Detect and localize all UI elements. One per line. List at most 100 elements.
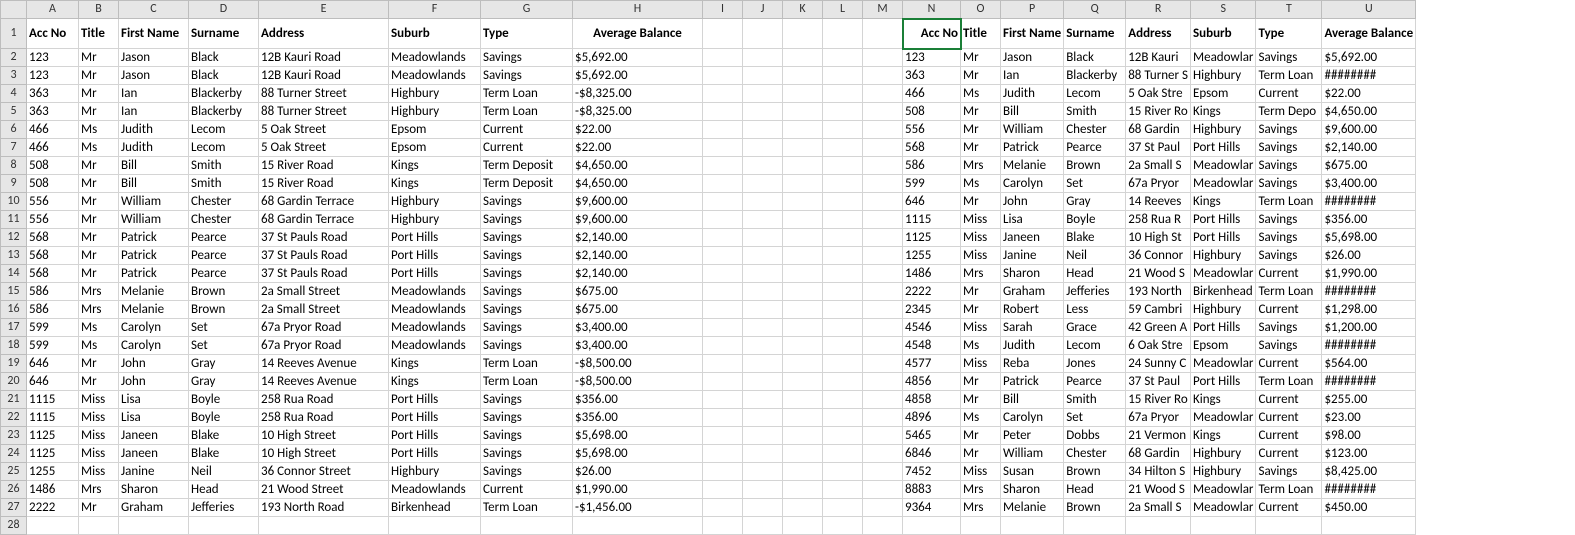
- cell-F1[interactable]: Suburb: [389, 19, 481, 49]
- cell-L13[interactable]: [823, 247, 863, 265]
- cell-N17[interactable]: 4546: [903, 319, 961, 337]
- cell-B7[interactable]: Ms: [79, 139, 119, 157]
- cell-M5[interactable]: [863, 103, 903, 121]
- cell-M22[interactable]: [863, 409, 903, 427]
- cell-K24[interactable]: [783, 445, 823, 463]
- cell-O22[interactable]: Ms: [961, 409, 1001, 427]
- cell-E10[interactable]: 68 Gardin Terrace: [259, 193, 389, 211]
- cell-R9[interactable]: 67a Pryor: [1126, 175, 1191, 193]
- cell-H20[interactable]: -$8,500.00: [573, 373, 703, 391]
- cell-E4[interactable]: 88 Turner Street: [259, 85, 389, 103]
- cell-N3[interactable]: 363: [903, 67, 961, 85]
- cell-B2[interactable]: Mr: [79, 49, 119, 67]
- cell-G23[interactable]: Savings: [481, 427, 573, 445]
- cell-Q28[interactable]: [1064, 517, 1126, 535]
- cell-F8[interactable]: Kings: [389, 157, 481, 175]
- cell-T14[interactable]: Current: [1256, 265, 1322, 283]
- cell-Q25[interactable]: Brown: [1064, 463, 1126, 481]
- cell-D3[interactable]: Black: [189, 67, 259, 85]
- cell-B17[interactable]: Ms: [79, 319, 119, 337]
- cell-S23[interactable]: Kings: [1190, 427, 1255, 445]
- cell-S26[interactable]: Meadowlar: [1190, 481, 1255, 499]
- cell-P10[interactable]: John: [1001, 193, 1064, 211]
- cell-O18[interactable]: Ms: [961, 337, 1001, 355]
- col-header-N[interactable]: N: [903, 1, 961, 19]
- cell-A26[interactable]: 1486: [27, 481, 79, 499]
- cell-L11[interactable]: [823, 211, 863, 229]
- cell-L4[interactable]: [823, 85, 863, 103]
- cell-L28[interactable]: [823, 517, 863, 535]
- cell-L21[interactable]: [823, 391, 863, 409]
- cell-I27[interactable]: [703, 499, 743, 517]
- cell-M13[interactable]: [863, 247, 903, 265]
- cell-K13[interactable]: [783, 247, 823, 265]
- cell-F21[interactable]: Port Hills: [389, 391, 481, 409]
- cell-N7[interactable]: 568: [903, 139, 961, 157]
- cell-I7[interactable]: [703, 139, 743, 157]
- cell-K10[interactable]: [783, 193, 823, 211]
- cell-L25[interactable]: [823, 463, 863, 481]
- cell-H1[interactable]: Average Balance: [573, 19, 703, 49]
- cell-E18[interactable]: 67a Pryor Road: [259, 337, 389, 355]
- cell-P5[interactable]: Bill: [1001, 103, 1064, 121]
- cell-H28[interactable]: [573, 517, 703, 535]
- cell-T22[interactable]: Current: [1256, 409, 1322, 427]
- cell-M10[interactable]: [863, 193, 903, 211]
- cell-Q3[interactable]: Blackerby: [1064, 67, 1126, 85]
- cell-G9[interactable]: Term Deposit: [481, 175, 573, 193]
- cell-B12[interactable]: Mr: [79, 229, 119, 247]
- cell-J6[interactable]: [743, 121, 783, 139]
- cell-U2[interactable]: $5,692.00: [1322, 49, 1416, 67]
- cell-I2[interactable]: [703, 49, 743, 67]
- row-header-18[interactable]: 18: [1, 337, 27, 355]
- cell-T10[interactable]: Term Loan: [1256, 193, 1322, 211]
- cell-F23[interactable]: Port Hills: [389, 427, 481, 445]
- cell-G28[interactable]: [481, 517, 573, 535]
- cell-A9[interactable]: 508: [27, 175, 79, 193]
- cell-U24[interactable]: $123.00: [1322, 445, 1416, 463]
- cell-R25[interactable]: 34 Hilton S: [1126, 463, 1191, 481]
- cell-L8[interactable]: [823, 157, 863, 175]
- cell-S8[interactable]: Meadowlar: [1190, 157, 1255, 175]
- cell-C11[interactable]: William: [119, 211, 189, 229]
- cell-J5[interactable]: [743, 103, 783, 121]
- cell-Q15[interactable]: Jefferies: [1064, 283, 1126, 301]
- cell-O13[interactable]: Miss: [961, 247, 1001, 265]
- row-header-27[interactable]: 27: [1, 499, 27, 517]
- cell-F19[interactable]: Kings: [389, 355, 481, 373]
- row-header-22[interactable]: 22: [1, 409, 27, 427]
- cell-F4[interactable]: Highbury: [389, 85, 481, 103]
- cell-R21[interactable]: 15 River Ro: [1126, 391, 1191, 409]
- cell-S3[interactable]: Highbury: [1190, 67, 1255, 85]
- cell-A20[interactable]: 646: [27, 373, 79, 391]
- cell-N5[interactable]: 508: [903, 103, 961, 121]
- cell-S9[interactable]: Meadowlar: [1190, 175, 1255, 193]
- col-header-A[interactable]: A: [27, 1, 79, 19]
- cell-A13[interactable]: 568: [27, 247, 79, 265]
- row-header-12[interactable]: 12: [1, 229, 27, 247]
- col-header-F[interactable]: F: [389, 1, 481, 19]
- cell-S12[interactable]: Port Hills: [1190, 229, 1255, 247]
- cell-H19[interactable]: -$8,500.00: [573, 355, 703, 373]
- col-header-C[interactable]: C: [119, 1, 189, 19]
- cell-H14[interactable]: $2,140.00: [573, 265, 703, 283]
- cell-U17[interactable]: $1,200.00: [1322, 319, 1416, 337]
- cell-Q14[interactable]: Head: [1064, 265, 1126, 283]
- cell-O8[interactable]: Mrs: [961, 157, 1001, 175]
- cell-K22[interactable]: [783, 409, 823, 427]
- cell-B10[interactable]: Mr: [79, 193, 119, 211]
- cell-D22[interactable]: Boyle: [189, 409, 259, 427]
- cell-A24[interactable]: 1125: [27, 445, 79, 463]
- row-header-10[interactable]: 10: [1, 193, 27, 211]
- cell-H18[interactable]: $3,400.00: [573, 337, 703, 355]
- cell-Q11[interactable]: Boyle: [1064, 211, 1126, 229]
- cell-S25[interactable]: Highbury: [1190, 463, 1255, 481]
- cell-G25[interactable]: Savings: [481, 463, 573, 481]
- cell-A18[interactable]: 599: [27, 337, 79, 355]
- cell-S15[interactable]: Birkenhead: [1190, 283, 1255, 301]
- cell-H10[interactable]: $9,600.00: [573, 193, 703, 211]
- cell-M27[interactable]: [863, 499, 903, 517]
- cell-K28[interactable]: [783, 517, 823, 535]
- col-header-B[interactable]: B: [79, 1, 119, 19]
- cell-G8[interactable]: Term Deposit: [481, 157, 573, 175]
